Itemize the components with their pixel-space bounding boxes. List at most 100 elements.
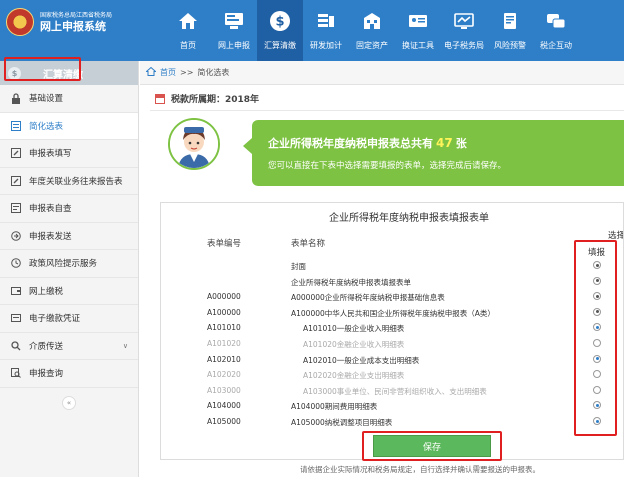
row-code: A104000 bbox=[207, 401, 241, 411]
row-code: A000000 bbox=[207, 292, 241, 302]
select-radio[interactable] bbox=[593, 339, 601, 347]
select-radio[interactable] bbox=[593, 417, 601, 425]
lock-icon bbox=[10, 93, 21, 104]
row-name: 封面 bbox=[291, 262, 306, 271]
list-icon bbox=[10, 120, 21, 131]
select-radio[interactable] bbox=[593, 370, 601, 379]
collapse-sidebar-icon[interactable]: « bbox=[62, 395, 76, 410]
receipt-icon bbox=[10, 313, 21, 324]
divider bbox=[150, 110, 624, 111]
save-button[interactable]: 保存 bbox=[373, 435, 491, 457]
select-radio[interactable] bbox=[593, 385, 601, 394]
sidebar: $ 汇算清缴 基础设置 简化选表 申报表填写 年度关联业务往来报告表 申报表自查… bbox=[0, 61, 139, 477]
sidebar-item-media-transfer[interactable]: 介质传送 ∨ bbox=[0, 333, 138, 360]
select-radio[interactable] bbox=[593, 261, 601, 269]
nav-interaction[interactable]: 税企互动 bbox=[533, 0, 579, 61]
sidebar-item-basic-settings[interactable]: 基础设置 bbox=[0, 85, 138, 113]
select-radio[interactable] bbox=[593, 354, 601, 363]
table-row: 企业所得税年度纳税申报表填报表单 bbox=[161, 274, 623, 290]
sidebar-item-label: 申报查询 bbox=[29, 369, 64, 380]
row-name: A000000企业所得税年度纳税申报基础信息表 bbox=[291, 293, 445, 303]
nav-interaction-label: 税企互动 bbox=[540, 41, 572, 50]
row-code: A101010 bbox=[207, 323, 241, 333]
table-row: A102020 A102020金融企业支出明细表 bbox=[161, 367, 623, 383]
brand: 国家税务总局江西省税务局 网上申报系统 bbox=[6, 8, 112, 36]
nav-fixed-assets[interactable]: 固定资产 bbox=[349, 0, 395, 61]
highlight-box-save: 保存 bbox=[362, 431, 502, 461]
nav-settlement-label: 汇算清缴 bbox=[264, 41, 296, 50]
sidebar-item-related-report[interactable]: 年度关联业务往来报告表 bbox=[0, 168, 138, 195]
home-icon bbox=[177, 10, 199, 32]
nav-rd-deduction[interactable]: 研发加计 bbox=[303, 0, 349, 61]
column-header-select: 填报 bbox=[588, 248, 606, 258]
edit-icon bbox=[10, 148, 21, 159]
breadcrumb-current: 简化选表 bbox=[197, 68, 230, 77]
nav-cert-tool-label: 换证工具 bbox=[402, 41, 434, 50]
sidebar-item-label: 介质传送 bbox=[29, 341, 64, 352]
select-radio[interactable] bbox=[593, 307, 601, 316]
row-name: A102010一般企业成本支出明细表 bbox=[303, 355, 420, 365]
assistant-avatar bbox=[168, 118, 220, 170]
monitor-icon bbox=[223, 10, 245, 32]
coins-icon bbox=[315, 10, 337, 32]
column-header-code: 表单编号 bbox=[207, 239, 242, 249]
column-header-name: 表单名称 bbox=[291, 239, 326, 249]
chat-icon bbox=[545, 10, 567, 32]
banner-title: 企业所得税年度纳税申报表总共有 47 张 bbox=[268, 135, 624, 151]
nav-risk-warning[interactable]: 风险预警 bbox=[487, 0, 533, 61]
select-radio[interactable] bbox=[593, 323, 601, 332]
nav-online-declare-label: 网上申报 bbox=[218, 41, 250, 50]
tax-period-text: 税款所属期：2018年 bbox=[171, 95, 260, 105]
select-radio[interactable] bbox=[593, 401, 601, 410]
table-title: 企业所得税年度纳税申报表填报表单 bbox=[329, 213, 489, 224]
nav-e-tax-bureau[interactable]: 电子税务局 bbox=[441, 0, 487, 61]
table-row: A101020 A101020金融企业收入明细表 bbox=[161, 336, 623, 352]
chevron-down-icon[interactable]: ∨ bbox=[123, 342, 128, 350]
sidebar-item-label: 基础设置 bbox=[29, 94, 64, 105]
document-icon bbox=[10, 203, 21, 214]
sidebar-item-query[interactable]: 申报查询 bbox=[0, 360, 138, 388]
table-row: A103000 A103000事业单位、民间非营利组织收入、支出明细表 bbox=[161, 383, 623, 399]
dollar-icon: $ bbox=[269, 10, 291, 32]
row-name: A102020金融企业支出明细表 bbox=[303, 371, 405, 381]
tax-period: 税款所属期：2018年 bbox=[155, 92, 259, 105]
table-row: 封面 bbox=[161, 258, 623, 274]
table-row: A104000 A104000期间费用明细表 bbox=[161, 398, 623, 414]
row-code: A103000 bbox=[207, 385, 241, 395]
sidebar-item-policy-risk[interactable]: 政策风险提示服务 bbox=[0, 250, 138, 278]
sidebar-item-label: 简化选表 bbox=[29, 121, 64, 132]
top-header: 国家税务总局江西省税务局 网上申报系统 首页 网上申报 $ 汇算清缴 研发加计 … bbox=[0, 0, 624, 61]
calendar-icon bbox=[155, 93, 165, 104]
select-radio[interactable] bbox=[593, 276, 601, 285]
sidebar-item-form-fill[interactable]: 申报表填写 bbox=[0, 140, 138, 168]
sidebar-item-label: 网上缴税 bbox=[29, 286, 64, 297]
banner-subtitle: 您可以直接在下表中选择需要填报的表单，选择完成后请保存。 bbox=[268, 161, 507, 171]
sidebar-item-online-pay[interactable]: 网上缴税 bbox=[0, 278, 138, 305]
breadcrumb-home[interactable]: 首页 bbox=[160, 67, 176, 78]
summary-banner: 企业所得税年度纳税申报表总共有 47 张 您可以直接在下表中选择需要填报的表单，选择… bbox=[243, 120, 624, 186]
svg-text:$: $ bbox=[275, 15, 284, 30]
select-radio[interactable] bbox=[593, 292, 601, 301]
sidebar-item-label: 申报表自查 bbox=[29, 204, 72, 215]
row-name: A101020金融企业收入明细表 bbox=[303, 340, 405, 349]
nav-home[interactable]: 首页 bbox=[165, 0, 211, 61]
nav-e-tax-bureau-label: 电子税务局 bbox=[444, 41, 484, 50]
table-row: A101010 A101010一般企业收入明细表 bbox=[161, 320, 623, 336]
nav-online-declare[interactable]: 网上申报 bbox=[211, 0, 257, 61]
tax-emblem-icon bbox=[6, 8, 34, 36]
sidebar-item-label: 年度关联业务往来报告表 bbox=[29, 176, 123, 187]
form-count: 47 bbox=[436, 136, 453, 150]
warning-doc-icon bbox=[499, 10, 521, 32]
sidebar-title: 汇算清缴 bbox=[43, 69, 83, 81]
row-name: A105000纳税调整项目明细表 bbox=[291, 418, 393, 427]
table-row: A102010 A102010一般企业成本支出明细表 bbox=[161, 352, 623, 368]
nav-cert-tool[interactable]: 换证工具 bbox=[395, 0, 441, 61]
nav-settlement[interactable]: $ 汇算清缴 bbox=[257, 0, 303, 61]
sidebar-item-e-voucher[interactable]: 电子缴款凭证 bbox=[0, 305, 138, 333]
sidebar-item-send[interactable]: 申报表发送 bbox=[0, 223, 138, 250]
sidebar-item-simplified-select[interactable]: 简化选表 bbox=[0, 112, 138, 140]
table-row: A000000 A000000企业所得税年度纳税申报基础信息表 bbox=[161, 289, 623, 305]
sidebar-item-self-check[interactable]: 申报表自查 bbox=[0, 195, 138, 223]
row-code: A105000 bbox=[207, 417, 241, 426]
row-code: A100000 bbox=[207, 307, 241, 317]
